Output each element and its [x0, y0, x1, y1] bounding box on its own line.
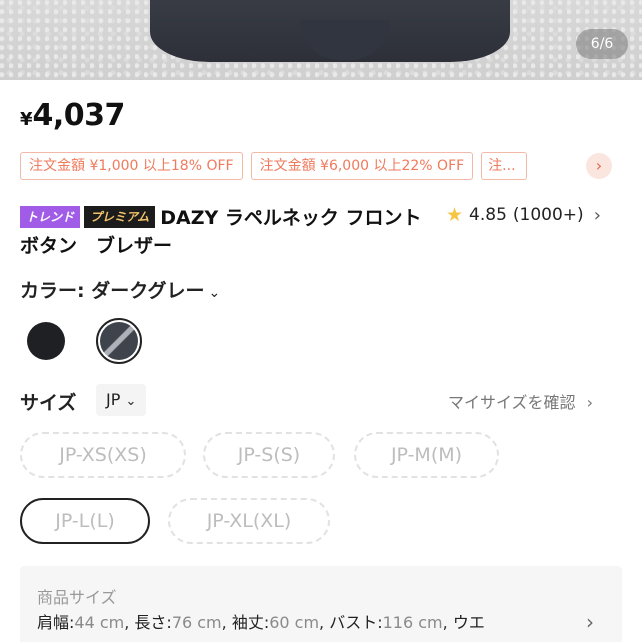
coupon-1[interactable]: 注文金額 ¥1,000 以上18% OFF: [20, 152, 243, 180]
premium-badge: プレミアム: [84, 206, 156, 228]
color-swatch-black[interactable]: [27, 322, 65, 360]
color-label: カラー: ダークグレー: [20, 280, 205, 302]
chevron-right-icon: ›: [593, 204, 601, 226]
spec-length-label: 長さ:: [134, 613, 172, 632]
coupon-2[interactable]: 注文金額 ¥6,000 以上22% OFF: [250, 152, 474, 180]
star-icon: ★: [446, 204, 464, 226]
size-option-s[interactable]: JP-S(S): [203, 432, 335, 478]
rating-count: (1000+): [512, 205, 584, 225]
product-image[interactable]: 6/6: [0, 0, 642, 80]
size-region-select[interactable]: JP ⌄: [96, 384, 147, 416]
color-swatch-dark-grey[interactable]: [100, 322, 138, 360]
spec-sleeve-value: 60 cm: [269, 613, 320, 632]
size-label: サイズ: [20, 392, 77, 414]
rating[interactable]: ★ 4.85 (1000+) ›: [446, 204, 601, 226]
image-counter: 6/6: [576, 29, 628, 59]
size-option-xl[interactable]: JP-XL(XL): [168, 498, 330, 544]
chevron-right-icon: ›: [586, 393, 594, 412]
spec-waist-label: ウエ: [452, 613, 485, 632]
rating-value: 4.85: [469, 205, 507, 225]
size-option-xs[interactable]: JP-XS(XS): [20, 432, 186, 478]
spec-title: 商品サイズ: [37, 588, 117, 607]
spec-measurements: 肩幅:44 cm, 長さ:76 cm, 袖丈:60 cm, バスト:116 cm…: [37, 613, 485, 632]
price: ¥4,037: [20, 98, 125, 133]
spec-shoulder-label: 肩幅:: [37, 613, 75, 632]
product-size-panel[interactable]: 商品サイズ 肩幅:44 cm, 長さ:76 cm, 袖丈:60 cm, バスト:…: [20, 566, 622, 642]
spec-shoulder-value: 44 cm: [74, 613, 125, 632]
trend-badge: トレンド: [20, 206, 81, 228]
spec-sleeve-label: 袖丈:: [231, 613, 270, 632]
product-title: DAZY ラペルネック フロントボタン ブレザー: [20, 207, 422, 257]
currency-symbol: ¥: [20, 109, 33, 130]
my-size-label: マイサイズを確認: [448, 393, 576, 412]
size-option-m[interactable]: JP-M(M): [354, 432, 499, 478]
chevron-right-icon: ›: [586, 610, 594, 634]
chevron-down-icon: ⌄: [208, 285, 221, 301]
size-region-value: JP: [106, 390, 121, 409]
spec-bust-value: 116 cm: [382, 613, 443, 632]
coupon-list: 注文金額 ¥1,000 以上18% OFF 注文金額 ¥6,000 以上22% …: [20, 152, 528, 180]
coupon-more-chevron-icon[interactable]: ›: [586, 153, 612, 179]
spec-length-value: 76 cm: [171, 613, 222, 632]
color-selector[interactable]: カラー: ダークグレー ⌄: [20, 276, 220, 303]
my-size-link[interactable]: マイサイズを確認 ›: [448, 389, 593, 413]
size-option-l[interactable]: JP-L(L): [20, 498, 150, 544]
chevron-down-icon: ⌄: [125, 394, 137, 409]
product-title-block: トレンド プレミアム DAZY ラペルネック フロントボタン ブレザー: [20, 204, 440, 260]
price-amount: 4,037: [32, 98, 126, 133]
coupon-3[interactable]: 注...: [481, 152, 528, 180]
spec-bust-label: バスト:: [329, 613, 383, 632]
